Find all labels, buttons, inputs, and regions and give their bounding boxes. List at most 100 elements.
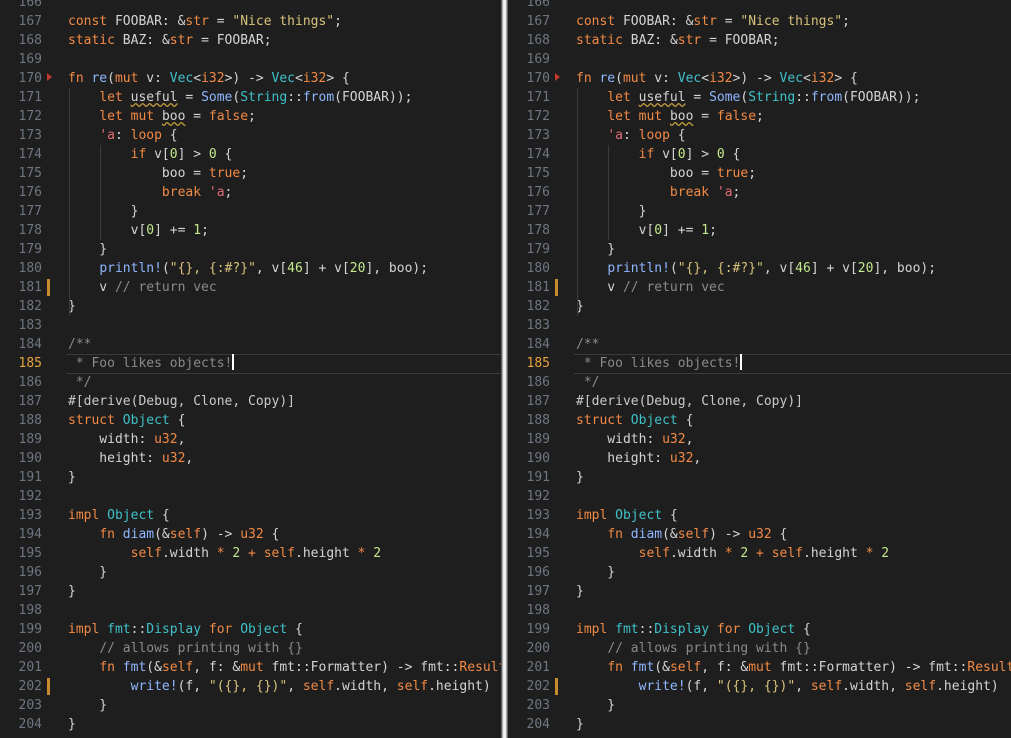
code-line[interactable]: 195 self.width * 2 + self.height * 2 bbox=[508, 544, 1011, 563]
code-text[interactable]: impl fmt::Display for Object { bbox=[68, 620, 303, 639]
code-line[interactable]: 181 v // return vec bbox=[508, 278, 1011, 297]
code-line[interactable]: 200 // allows printing with {} bbox=[0, 639, 501, 658]
code-text[interactable]: break 'a; bbox=[68, 183, 232, 202]
code-line[interactable]: 168 static BAZ: &str = FOOBAR; bbox=[508, 31, 1011, 50]
code-line[interactable]: 173 'a: loop { bbox=[0, 126, 501, 145]
code-text[interactable]: } bbox=[68, 240, 107, 259]
code-line[interactable]: 175 boo = true; bbox=[0, 164, 501, 183]
code-line[interactable]: 191} bbox=[0, 468, 501, 487]
fold-arrow-icon[interactable] bbox=[555, 73, 560, 81]
left-editor-pane[interactable]: 166 167 const FOOBAR: &str = "Nice things"… bbox=[0, 0, 501, 738]
right-editor-pane[interactable]: 166 167 const FOOBAR: &str = "Nice things"… bbox=[508, 0, 1011, 738]
code-line[interactable]: 168 static BAZ: &str = FOOBAR; bbox=[0, 31, 501, 50]
code-line[interactable]: 171 let useful = Some(String::from(FOOBA… bbox=[0, 88, 501, 107]
code-line[interactable]: 187 #[derive(Debug, Clone, Copy)] bbox=[0, 392, 501, 411]
code-line[interactable]: 180 println!("{}, {:#?}", v[46] + v[20],… bbox=[508, 259, 1011, 278]
code-line[interactable]: 181 v // return vec bbox=[0, 278, 501, 297]
code-line[interactable]: 167 const FOOBAR: &str = "Nice things"; bbox=[508, 12, 1011, 31]
code-text[interactable]: struct Object { bbox=[576, 411, 693, 430]
code-line[interactable]: 167 const FOOBAR: &str = "Nice things"; bbox=[0, 12, 501, 31]
code-text[interactable]: static BAZ: &str = FOOBAR; bbox=[576, 31, 780, 50]
code-line[interactable]: 203 } bbox=[0, 696, 501, 715]
code-text[interactable]: * Foo likes objects! bbox=[576, 354, 743, 373]
code-text[interactable]: fn re(mut v: Vec<i32>) -> Vec<i32> { bbox=[68, 69, 350, 88]
code-line[interactable]: 204} bbox=[508, 715, 1011, 734]
code-text[interactable]: fn fmt(&self, f: &mut fmt::Formatter) ->… bbox=[576, 658, 1011, 677]
code-text[interactable]: /** bbox=[576, 335, 599, 354]
modified-line-marker[interactable] bbox=[555, 678, 558, 695]
code-text[interactable]: boo = true; bbox=[68, 164, 248, 183]
code-line[interactable]: 188 struct Object { bbox=[0, 411, 501, 430]
code-line[interactable]: 194 fn diam(&self) -> u32 { bbox=[508, 525, 1011, 544]
code-text[interactable]: v[0] += 1; bbox=[68, 221, 209, 240]
code-text[interactable]: */ bbox=[576, 373, 600, 392]
code-line[interactable]: 170 fn re(mut v: Vec<i32>) -> Vec<i32> { bbox=[0, 69, 501, 88]
code-text[interactable]: let mut boo = false; bbox=[68, 107, 256, 126]
code-text[interactable]: } bbox=[576, 563, 615, 582]
code-text[interactable]: static BAZ: &str = FOOBAR; bbox=[68, 31, 272, 50]
code-line[interactable]: 204} bbox=[0, 715, 501, 734]
code-text[interactable]: 'a: loop { bbox=[68, 126, 177, 145]
code-line[interactable]: 169 bbox=[0, 50, 501, 69]
code-line[interactable]: 193 impl Object { bbox=[508, 506, 1011, 525]
code-line[interactable]: 189 width: u32, bbox=[508, 430, 1011, 449]
code-line[interactable]: 191} bbox=[508, 468, 1011, 487]
code-line[interactable]: 201 fn fmt(&self, f: &mut fmt::Formatter… bbox=[508, 658, 1011, 677]
code-text[interactable]: } bbox=[68, 715, 76, 734]
code-text[interactable]: #[derive(Debug, Clone, Copy)] bbox=[576, 392, 803, 411]
code-line[interactable]: 183 bbox=[508, 316, 1011, 335]
code-line[interactable]: 185 * Foo likes objects! bbox=[508, 354, 1011, 374]
code-text[interactable]: height: u32, bbox=[68, 449, 193, 468]
code-line[interactable]: 166 bbox=[508, 0, 1011, 12]
code-text[interactable]: 'a: loop { bbox=[576, 126, 685, 145]
code-text[interactable]: println!("{}, {:#?}", v[46] + v[20], boo… bbox=[68, 259, 428, 278]
code-text[interactable]: fn diam(&self) -> u32 { bbox=[68, 525, 279, 544]
code-line[interactable]: 166 bbox=[0, 0, 501, 12]
code-line[interactable]: 202 write!(f, "({}, {})", self.width, se… bbox=[0, 677, 501, 696]
code-text[interactable]: boo = true; bbox=[576, 164, 756, 183]
code-text[interactable]: const FOOBAR: &str = "Nice things"; bbox=[576, 12, 850, 31]
code-text[interactable]: impl Object { bbox=[68, 506, 170, 525]
code-line[interactable]: 195 self.width * 2 + self.height * 2 bbox=[0, 544, 501, 563]
code-text[interactable]: impl Object { bbox=[576, 506, 678, 525]
code-line[interactable]: 171 let useful = Some(String::from(FOOBA… bbox=[508, 88, 1011, 107]
code-line[interactable]: 186 */ bbox=[0, 373, 501, 392]
code-text[interactable]: v[0] += 1; bbox=[576, 221, 717, 240]
code-text[interactable]: if v[0] > 0 { bbox=[576, 145, 741, 164]
code-line[interactable]: 177 } bbox=[0, 202, 501, 221]
code-text[interactable]: } bbox=[576, 202, 647, 221]
code-line[interactable]: 199 impl fmt::Display for Object { bbox=[508, 620, 1011, 639]
code-line[interactable]: 184 /** bbox=[0, 335, 501, 354]
code-line[interactable]: 197} bbox=[508, 582, 1011, 601]
code-text[interactable]: // allows printing with {} bbox=[576, 639, 811, 658]
code-text[interactable]: } bbox=[68, 202, 139, 221]
code-text[interactable]: } bbox=[68, 468, 76, 487]
code-line[interactable]: 183 bbox=[0, 316, 501, 335]
code-text[interactable]: write!(f, "({}, {})", self.width, self.h… bbox=[576, 677, 999, 696]
code-line[interactable]: 184 /** bbox=[508, 335, 1011, 354]
code-line[interactable]: 173 'a: loop { bbox=[508, 126, 1011, 145]
code-text[interactable]: } bbox=[576, 468, 584, 487]
code-text[interactable]: fn fmt(&self, f: &mut fmt::Formatter) ->… bbox=[68, 658, 501, 677]
code-text[interactable]: // allows printing with {} bbox=[68, 639, 303, 658]
code-line[interactable]: 179 } bbox=[0, 240, 501, 259]
code-line[interactable]: 185 * Foo likes objects! bbox=[0, 354, 501, 374]
modified-line-marker[interactable] bbox=[47, 279, 50, 296]
code-line[interactable]: 174 if v[0] > 0 { bbox=[0, 145, 501, 164]
code-text[interactable]: } bbox=[68, 582, 76, 601]
code-line[interactable]: 194 fn diam(&self) -> u32 { bbox=[0, 525, 501, 544]
code-line[interactable]: 192 bbox=[0, 487, 501, 506]
code-text[interactable]: let mut boo = false; bbox=[576, 107, 764, 126]
code-line[interactable]: 172 let mut boo = false; bbox=[0, 107, 501, 126]
split-divider[interactable] bbox=[501, 0, 508, 738]
code-line[interactable]: 177 } bbox=[508, 202, 1011, 221]
code-text[interactable]: v // return vec bbox=[68, 278, 216, 297]
code-text[interactable]: } bbox=[68, 563, 107, 582]
code-text[interactable]: impl fmt::Display for Object { bbox=[576, 620, 811, 639]
code-line[interactable]: 199 impl fmt::Display for Object { bbox=[0, 620, 501, 639]
code-line[interactable]: 187 #[derive(Debug, Clone, Copy)] bbox=[508, 392, 1011, 411]
code-line[interactable]: 176 break 'a; bbox=[508, 183, 1011, 202]
code-line[interactable]: 190 height: u32, bbox=[0, 449, 501, 468]
code-line[interactable]: 203 } bbox=[508, 696, 1011, 715]
code-line[interactable]: 201 fn fmt(&self, f: &mut fmt::Formatter… bbox=[0, 658, 501, 677]
